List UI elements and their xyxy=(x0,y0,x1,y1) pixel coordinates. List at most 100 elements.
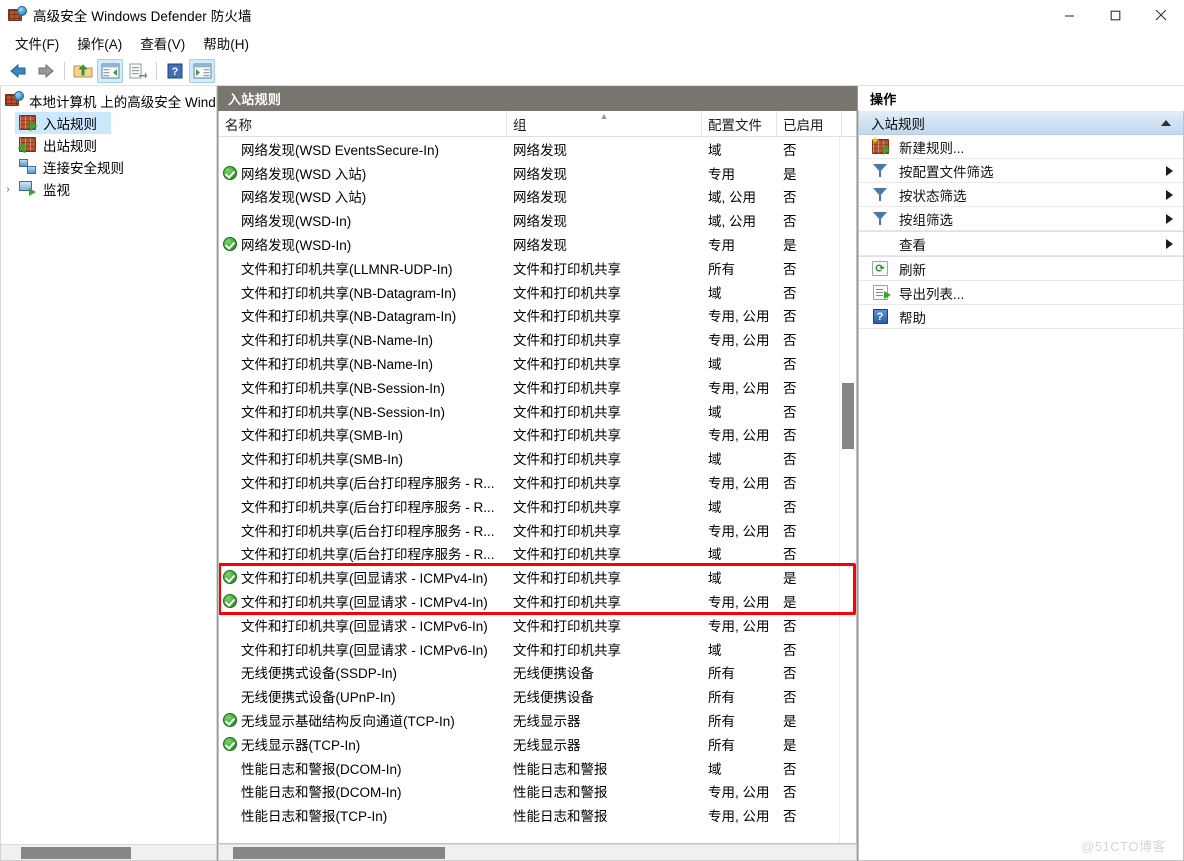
rule-name-cell: 文件和打印机共享(NB-Session-In) xyxy=(219,401,507,421)
maximize-button[interactable] xyxy=(1092,0,1138,30)
action-view[interactable]: 查看 xyxy=(859,232,1183,256)
no-icon xyxy=(871,236,889,252)
tree-root-node[interactable]: 本地计算机 上的高级安全 Wind xyxy=(1,90,216,112)
table-row[interactable]: 文件和打印机共享(SMB-In) 文件和打印机共享 域 否 xyxy=(219,446,856,470)
table-row[interactable]: 文件和打印机共享(回显请求 - ICMPv4-In) 文件和打印机共享 专用, 公用… xyxy=(219,589,856,613)
table-row[interactable]: 网络发现(WSD-In) 网络发现 专用 是 xyxy=(219,232,856,256)
table-row[interactable]: 文件和打印机共享(NB-Session-In) 文件和打印机共享 域 否 xyxy=(219,399,856,423)
menu-action[interactable]: 操作(A) xyxy=(68,30,131,56)
action-export-list[interactable]: 导出列表... xyxy=(859,281,1183,305)
table-row[interactable]: 无线显示基础结构反向通道(TCP-In) 无线显示器 所有 是 xyxy=(219,708,856,732)
rule-enabled-cell: 否 xyxy=(783,428,797,444)
close-button[interactable] xyxy=(1138,0,1184,30)
export-list-icon xyxy=(871,285,891,301)
firewall-window: 高级安全 Windows Defender 防火墙 文件(F) 操作(A) 查看… xyxy=(0,0,1184,861)
back-button[interactable] xyxy=(5,59,31,83)
sidebar-item-connection-security-rules[interactable]: 连接安全规则 xyxy=(1,156,216,178)
rule-enabled-check-icon xyxy=(223,570,237,585)
table-row[interactable]: 文件和打印机共享(NB-Name-In) 文件和打印机共享 域 否 xyxy=(219,351,856,375)
rules-scroll-thumb[interactable] xyxy=(842,383,854,449)
table-row[interactable]: 文件和打印机共享(NB-Datagram-In) 文件和打印机共享 专用, 公用否 xyxy=(219,304,856,328)
rule-profile-cell: 域 xyxy=(708,404,722,420)
rule-name-label: 文件和打印机共享(SMB-In) xyxy=(241,428,403,444)
rules-vertical-scrollbar[interactable] xyxy=(839,137,856,843)
rule-name-label: 网络发现(WSD 入站) xyxy=(241,166,367,182)
rule-enabled-cell: 否 xyxy=(783,690,797,706)
table-row[interactable]: 网络发现(WSD 入站) 网络发现 专用 是 xyxy=(219,161,856,185)
rule-enabled-cell: 否 xyxy=(783,380,797,396)
rule-name-cell: 文件和打印机共享(NB-Datagram-In) xyxy=(219,305,507,325)
rule-name-label: 文件和打印机共享(后台打印程序服务 - R... xyxy=(241,476,495,492)
action-filter-by-group[interactable]: 按组筛选 xyxy=(859,207,1183,231)
column-group[interactable]: ▲ 组 xyxy=(507,111,702,136)
action-refresh[interactable]: ⟳ 刷新 xyxy=(859,257,1183,281)
table-row[interactable]: 无线便携式设备(UPnP-In) 无线便携设备 所有 否 xyxy=(219,684,856,708)
rule-enabled-cell: 否 xyxy=(783,214,797,230)
rule-profile-cell: 所有 xyxy=(708,690,735,706)
table-row[interactable]: 网络发现(WSD 入站) 网络发现 域, 公用 否 xyxy=(219,185,856,209)
rule-enabled-cell: 否 xyxy=(783,666,797,682)
rule-name-label: 文件和打印机共享(SMB-In) xyxy=(241,452,403,468)
table-row[interactable]: 文件和打印机共享(LLMNR-UDP-In) 文件和打印机共享 所有 否 xyxy=(219,256,856,280)
table-row[interactable]: 文件和打印机共享(NB-Name-In) 文件和打印机共享 专用, 公用否 xyxy=(219,327,856,351)
new-rule-icon: ✦ xyxy=(871,136,890,155)
title-bar: 高级安全 Windows Defender 防火墙 xyxy=(0,0,1184,30)
table-row[interactable]: 文件和打印机共享(NB-Datagram-In) 文件和打印机共享 域 否 xyxy=(219,280,856,304)
menu-view[interactable]: 查看(V) xyxy=(131,30,194,56)
table-row[interactable]: 文件和打印机共享(NB-Session-In) 文件和打印机共享 专用, 公用否 xyxy=(219,375,856,399)
rule-profile-cell: 域 xyxy=(708,642,722,658)
rules-horizontal-scrollbar[interactable] xyxy=(218,844,857,861)
submenu-arrow-icon xyxy=(1166,213,1173,224)
table-row[interactable]: 无线显示器(TCP-In) 无线显示器 所有 是 xyxy=(219,732,856,756)
up-folder-button[interactable] xyxy=(70,59,96,83)
forward-button[interactable] xyxy=(32,59,58,83)
rules-scroll-thumb-h[interactable] xyxy=(233,847,445,859)
table-row[interactable]: 文件和打印机共享(后台打印程序服务 - R... 文件和打印机共享 域 否 xyxy=(219,542,856,566)
tree-scroll-thumb[interactable] xyxy=(21,847,131,859)
action-filter-by-profile[interactable]: 按配置文件筛选 xyxy=(859,159,1183,183)
table-row[interactable]: 文件和打印机共享(后台打印程序服务 - R... 文件和打印机共享 专用, 公用否 xyxy=(219,470,856,494)
rule-name-cell: 文件和打印机共享(后台打印程序服务 - R... xyxy=(219,496,507,516)
rule-enabled-cell: 否 xyxy=(783,190,797,206)
table-row[interactable]: 网络发现(WSD-In) 网络发现 域, 公用 否 xyxy=(219,208,856,232)
action-help[interactable]: ? 帮助 xyxy=(859,305,1183,329)
actions-group-header[interactable]: 入站规则 xyxy=(859,111,1183,135)
export-list-button[interactable] xyxy=(124,59,150,83)
collapse-up-icon[interactable] xyxy=(1161,119,1171,126)
column-enabled[interactable]: 已启用 xyxy=(777,111,842,136)
help-button[interactable]: ? xyxy=(162,59,188,83)
show-tree-pane-button[interactable] xyxy=(97,58,123,83)
sidebar-item-outbound-rules[interactable]: 出站规则 xyxy=(1,134,216,156)
action-new-rule[interactable]: ✦ 新建规则... xyxy=(859,135,1183,159)
minimize-button[interactable] xyxy=(1046,0,1092,30)
sidebar-item-monitoring[interactable]: › 监视 xyxy=(1,178,216,200)
table-row[interactable]: 文件和打印机共享(回显请求 - ICMPv6-In) 文件和打印机共享 专用, 公用… xyxy=(219,613,856,637)
table-row[interactable]: 文件和打印机共享(回显请求 - ICMPv4-In) 文件和打印机共享 域 是 xyxy=(219,565,856,589)
rule-group-cell: 文件和打印机共享 xyxy=(513,642,621,658)
show-action-pane-button[interactable] xyxy=(189,58,215,83)
action-filter-by-state[interactable]: 按状态筛选 xyxy=(859,183,1183,207)
table-row[interactable]: 文件和打印机共享(后台打印程序服务 - R... 文件和打印机共享 专用, 公用否 xyxy=(219,518,856,542)
table-row[interactable]: 文件和打印机共享(回显请求 - ICMPv6-In) 文件和打印机共享 域 否 xyxy=(219,637,856,661)
connection-security-icon xyxy=(19,159,37,175)
rule-enabled-cell: 否 xyxy=(783,333,797,349)
rule-profile-cell: 专用, 公用 xyxy=(708,618,770,634)
table-row[interactable]: 文件和打印机共享(后台打印程序服务 - R... 文件和打印机共享 域 否 xyxy=(219,494,856,518)
table-row[interactable]: 无线便携式设备(SSDP-In) 无线便携设备 所有 否 xyxy=(219,661,856,685)
table-row[interactable]: 性能日志和警报(DCOM-In) 性能日志和警报 专用, 公用否 xyxy=(219,780,856,804)
table-row[interactable]: 文件和打印机共享(SMB-In) 文件和打印机共享 专用, 公用否 xyxy=(219,423,856,447)
column-profile[interactable]: 配置文件 xyxy=(702,111,777,136)
rule-group-cell: 性能日志和警报 xyxy=(513,761,608,777)
sidebar-item-inbound-rules[interactable]: 入站规则 xyxy=(1,112,216,134)
column-name[interactable]: 名称 xyxy=(219,111,507,136)
tree-horizontal-scrollbar[interactable] xyxy=(0,844,217,861)
tree-expander-icon[interactable]: › xyxy=(1,184,15,195)
table-row[interactable]: 性能日志和警报(TCP-In) 性能日志和警报 专用, 公用否 xyxy=(219,803,856,827)
rule-enabled-check-icon xyxy=(223,594,237,609)
rule-group-cell: 文件和打印机共享 xyxy=(513,428,621,444)
menu-help[interactable]: 帮助(H) xyxy=(194,30,258,56)
rule-group-cell: 文件和打印机共享 xyxy=(513,476,621,492)
table-row[interactable]: 网络发现(WSD EventsSecure-In) 网络发现 域 否 xyxy=(219,137,856,161)
menu-file[interactable]: 文件(F) xyxy=(6,30,68,56)
table-row[interactable]: 性能日志和警报(DCOM-In) 性能日志和警报 域 否 xyxy=(219,756,856,780)
